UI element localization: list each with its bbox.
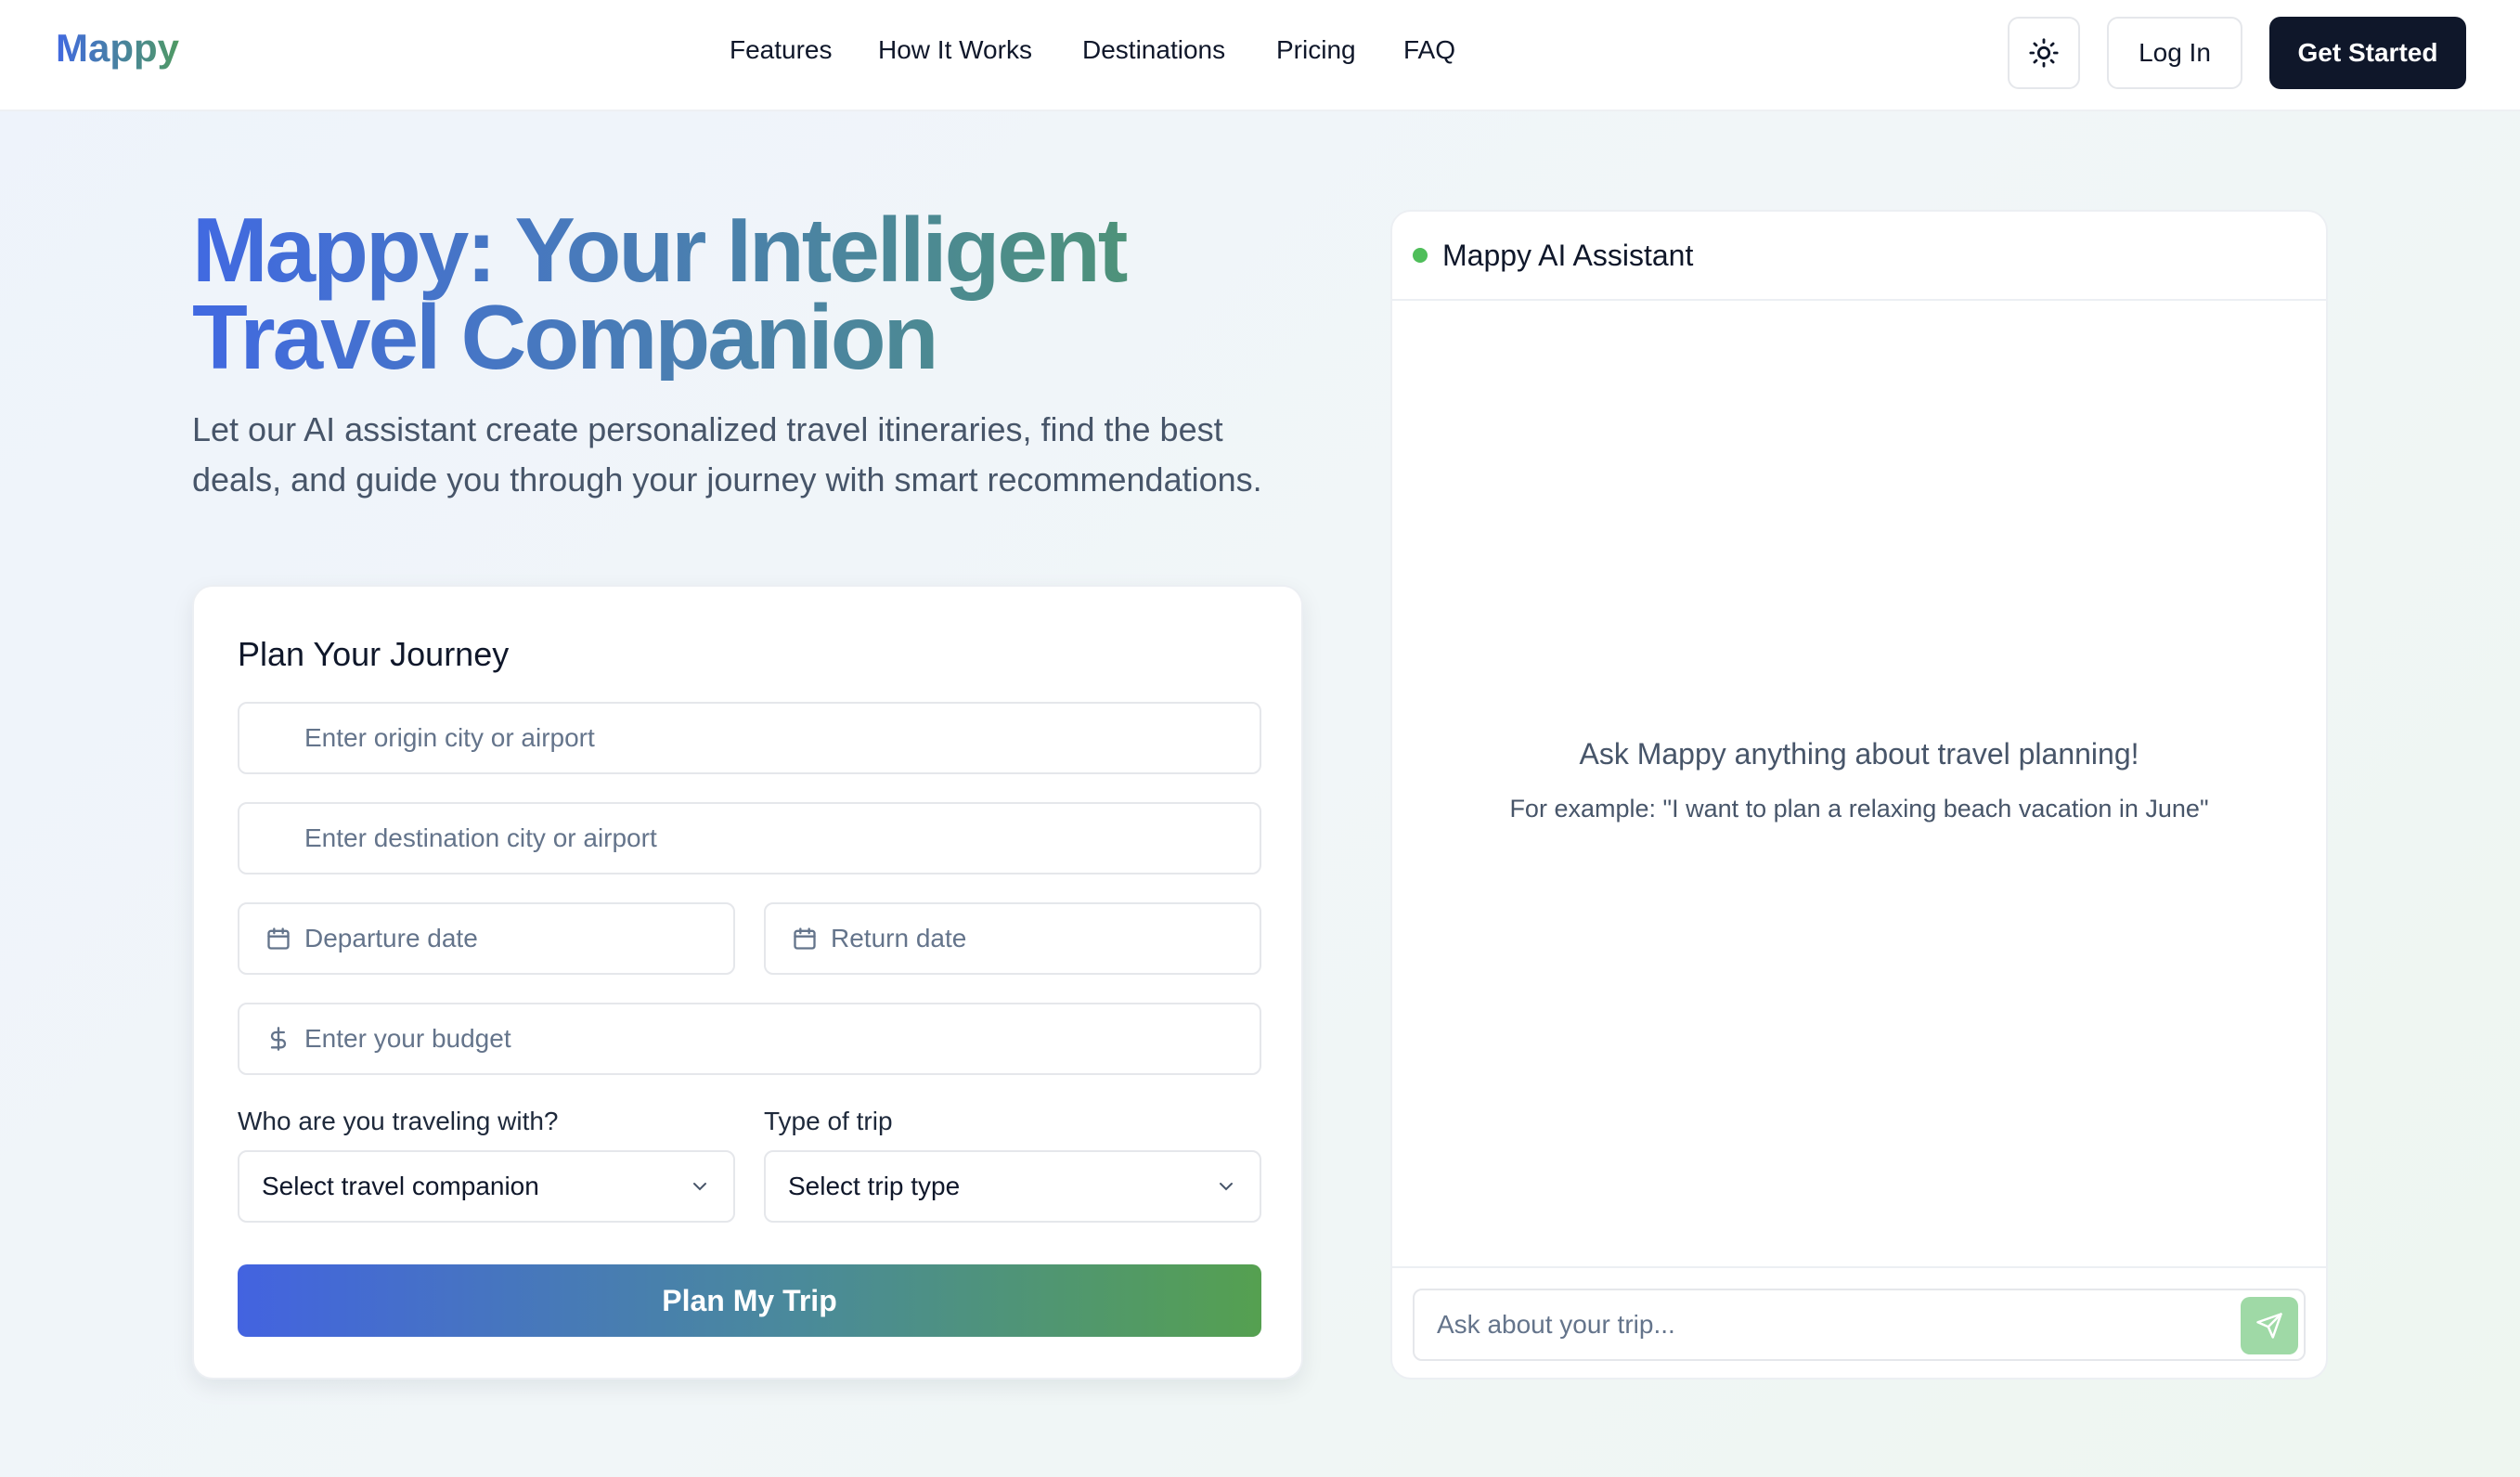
chevron-down-icon xyxy=(1220,1183,1233,1191)
nav-faq[interactable]: FAQ xyxy=(1403,35,1455,65)
hero-title-line-1: Mappy: Your Intelligent xyxy=(192,199,1126,301)
trip-type-select[interactable]: Select trip type xyxy=(764,1150,1261,1223)
nav-features[interactable]: Features xyxy=(730,35,833,65)
sun-icon xyxy=(2029,38,2059,68)
theme-toggle-button[interactable] xyxy=(2008,17,2080,89)
hero-title-line-2: Travel Companion xyxy=(192,286,937,388)
destination-input[interactable] xyxy=(304,804,1260,873)
chat-input[interactable] xyxy=(1415,1290,2213,1359)
return-date-field[interactable] xyxy=(764,902,1261,975)
budget-input[interactable] xyxy=(304,1004,1260,1073)
plan-card-title: Plan Your Journey xyxy=(238,635,510,673)
top-navbar: Mappy Features How It Works Destinations… xyxy=(0,0,2520,111)
location-pin-icon xyxy=(265,825,291,851)
plan-my-trip-button[interactable]: Plan My Trip xyxy=(238,1264,1261,1337)
hero-subtitle: Let our AI assistant create personalized… xyxy=(192,410,1262,499)
chat-input-wrapper[interactable] xyxy=(1413,1289,2306,1361)
companion-select[interactable]: Select travel companion xyxy=(238,1150,735,1223)
ai-assistant-header: Mappy AI Assistant xyxy=(1392,212,2326,301)
calendar-icon xyxy=(792,926,818,952)
return-date-input[interactable] xyxy=(831,904,1260,973)
origin-input[interactable] xyxy=(304,704,1260,772)
companion-label: Who are you traveling with? xyxy=(238,1107,559,1135)
chat-empty-title: Ask Mappy anything about travel planning… xyxy=(1579,737,2139,771)
chat-empty-example: For example: "I want to plan a relaxing … xyxy=(1509,795,2209,823)
ai-assistant-panel: Mappy AI Assistant Ask Mappy anything ab… xyxy=(1390,210,2328,1380)
calendar-icon xyxy=(265,926,291,952)
nav-destinations[interactable]: Destinations xyxy=(1082,35,1225,65)
departure-date-input[interactable] xyxy=(304,904,733,973)
chevron-down-icon xyxy=(693,1183,706,1191)
origin-field[interactable] xyxy=(238,702,1261,774)
get-started-button[interactable]: Get Started xyxy=(2269,17,2466,89)
trip-type-select-value: Select trip type xyxy=(788,1172,961,1200)
nav-how-it-works[interactable]: How It Works xyxy=(878,35,1032,65)
login-button[interactable]: Log In xyxy=(2107,17,2242,89)
location-pin-icon xyxy=(265,725,291,751)
departure-date-field[interactable] xyxy=(238,902,735,975)
send-button[interactable] xyxy=(2241,1297,2298,1354)
dollar-icon xyxy=(265,1026,291,1052)
ai-assistant-title: Mappy AI Assistant xyxy=(1442,238,1694,272)
online-status-dot xyxy=(1413,248,1428,263)
hero-title: Mappy: Your Intelligent Travel Companion xyxy=(192,206,1306,381)
chat-input-bar xyxy=(1392,1266,2326,1380)
companion-select-value: Select travel companion xyxy=(262,1172,539,1200)
budget-field[interactable] xyxy=(238,1003,1261,1075)
destination-field[interactable] xyxy=(238,802,1261,875)
send-icon xyxy=(2256,1313,2282,1339)
trip-type-label: Type of trip xyxy=(764,1107,893,1135)
plan-journey-card: Plan Your Journey Enter origin city or a… xyxy=(192,585,1303,1380)
nav-pricing[interactable]: Pricing xyxy=(1276,35,1356,65)
